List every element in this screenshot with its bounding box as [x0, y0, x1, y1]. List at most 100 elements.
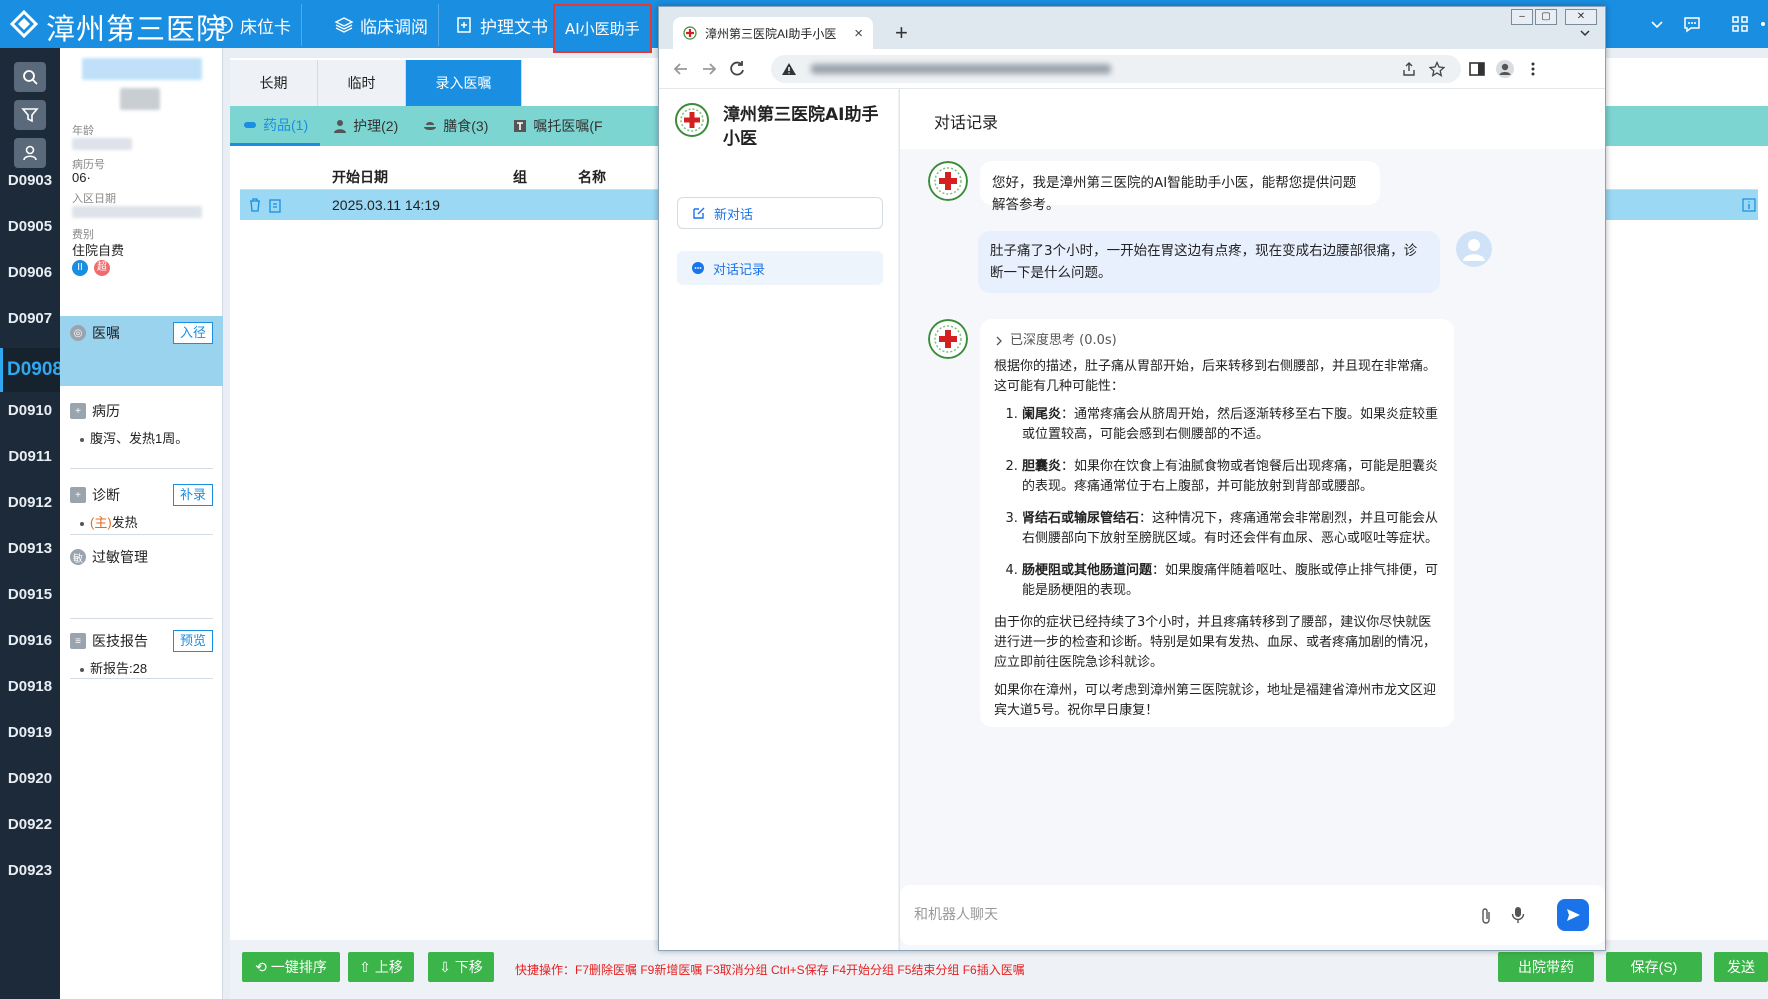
save-button[interactable]: 保存(S): [1606, 952, 1702, 982]
tab-enter-orders[interactable]: 录入医嘱: [406, 60, 522, 106]
side-panel-icon[interactable]: [1467, 59, 1487, 79]
bed-d0912[interactable]: D0912: [0, 494, 60, 511]
bed-d0903[interactable]: D0903: [0, 172, 60, 189]
new-tab-button[interactable]: +: [895, 20, 908, 46]
category-entrust-label: 嘱托医嘱(F: [533, 118, 603, 134]
nav-nursing-docs[interactable]: 护理文书: [444, 4, 559, 46]
bed-d0906[interactable]: D0906: [0, 264, 60, 281]
bed-d0913[interactable]: D0913: [0, 540, 60, 557]
bed-d0907[interactable]: D0907: [0, 310, 60, 327]
sort-button[interactable]: ⟲ 一键排序: [242, 952, 340, 982]
tab-long-term[interactable]: 长期: [230, 60, 318, 106]
diagnosis-icon: +: [70, 487, 86, 503]
bed-d0911[interactable]: D0911: [0, 448, 60, 465]
section-diagnosis[interactable]: + 诊断 补录 (主)发热: [70, 484, 213, 531]
minimize-window-icon[interactable]: –: [1511, 9, 1533, 25]
section-history[interactable]: + 病历 腹泻、发热1周。: [70, 400, 213, 447]
category-entrust[interactable]: 嘱托医嘱(F: [500, 106, 614, 146]
supplement-button[interactable]: 补录: [172, 484, 213, 506]
bed-d0919[interactable]: D0919: [0, 724, 60, 741]
order-tabs: 长期 临时 录入医嘱: [230, 60, 522, 106]
forward-arrow-icon[interactable]: [699, 59, 719, 79]
chat-input[interactable]: [914, 901, 1414, 929]
section-report[interactable]: ≡ 医技报告 预览 新报告:28: [70, 630, 213, 677]
deep-think-toggle[interactable]: 已深度思考 (0.0s): [994, 331, 1440, 351]
chevron-down-icon[interactable]: [1650, 14, 1664, 34]
rail-search-button[interactable]: [14, 62, 46, 92]
reload-icon[interactable]: [727, 59, 747, 79]
close-window-icon[interactable]: ✕: [1565, 9, 1597, 25]
answer-term: 肾结石或输尿管结石: [1022, 511, 1140, 526]
answer-closing: 如果你在漳州，可以考虑到漳州第三医院就诊，地址是福建省漳州市龙文区迎宾大道5号。…: [994, 683, 1437, 718]
share-icon[interactable]: [1401, 61, 1417, 77]
maximize-window-icon[interactable]: ▢: [1535, 9, 1557, 25]
star-icon[interactable]: [1429, 61, 1445, 77]
chevron-right-icon: [996, 336, 1002, 346]
trash-icon[interactable]: [248, 197, 262, 213]
sort-button-label: 一键排序: [270, 959, 327, 975]
nav-ai-assistant[interactable]: AI小医助手: [553, 4, 652, 53]
section-orders[interactable]: ◎ 医嘱 入径: [60, 316, 223, 386]
refresh-icon: ⟲: [255, 959, 267, 975]
app-title: 漳州第三医院: [46, 12, 227, 46]
layers-icon: [334, 17, 354, 33]
bed-d0920[interactable]: D0920: [0, 770, 60, 787]
close-tab-icon[interactable]: ×: [854, 25, 863, 42]
move-up-button[interactable]: ⇧ 上移: [348, 952, 414, 982]
send-message-button[interactable]: [1557, 899, 1589, 931]
rail-user-button[interactable]: [14, 138, 46, 168]
category-drugs[interactable]: 药品(1): [230, 106, 321, 146]
tab-temporary[interactable]: 临时: [318, 60, 406, 106]
bed-d0908[interactable]: D0908: [0, 348, 63, 392]
chat-history-item[interactable]: 对话记录: [677, 251, 883, 285]
col-start-date: 开始日期: [332, 169, 388, 185]
send-button[interactable]: 发送: [1714, 952, 1768, 982]
section-allergy[interactable]: 敏 过敏管理: [70, 546, 213, 568]
discharge-meds-button[interactable]: 出院带药: [1498, 952, 1594, 982]
bed-d0916[interactable]: D0916: [0, 632, 60, 649]
chat-brand-title: 漳州第三医院AI助手小医: [723, 105, 879, 149]
bed-d0923[interactable]: D0923: [0, 862, 60, 879]
browser-tab[interactable]: 漳州第三医院AI助手小医 ×: [673, 17, 873, 49]
age-label: 年龄: [72, 125, 94, 137]
back-arrow-icon[interactable]: [671, 59, 691, 79]
list-item: 肠梗阻或其他肠道问题：如果腹痛伴随着呕吐、腹胀或停止排气排便，可能是肠梗阻的表现…: [1022, 561, 1440, 601]
send-icon: [1567, 909, 1580, 921]
bot-avatar-icon: [928, 319, 968, 359]
new-chat-button[interactable]: 新对话: [677, 197, 883, 229]
profile-avatar-icon[interactable]: [1495, 59, 1515, 79]
apps-grid-icon[interactable]: [1730, 14, 1750, 34]
enter-pathway-button[interactable]: 入径: [172, 322, 213, 344]
tab-search-chevron-icon[interactable]: [1579, 27, 1591, 39]
message-icon[interactable]: [1682, 14, 1702, 34]
bed-d0915[interactable]: D0915: [0, 586, 60, 603]
bed-d0905[interactable]: D0905: [0, 218, 60, 235]
paperclip-icon[interactable]: [1478, 907, 1494, 925]
move-up-label: 上移: [374, 959, 403, 975]
address-bar[interactable]: [771, 55, 1461, 83]
warning-icon[interactable]: [781, 61, 797, 77]
nav-bed-card[interactable]: 床位卡: [204, 4, 302, 46]
more-icon[interactable]: [1758, 14, 1768, 34]
category-nursing[interactable]: 护理(2): [320, 106, 410, 146]
move-down-button[interactable]: ⇩ 下移: [428, 952, 494, 982]
orders-icon: ◎: [70, 325, 86, 341]
nav-nursing-docs-label: 护理文书: [480, 17, 548, 37]
hospital-favicon-icon: [683, 26, 697, 40]
preview-button[interactable]: 预览: [172, 630, 213, 652]
bed-d0918[interactable]: D0918: [0, 678, 60, 695]
nav-clinical-review[interactable]: 临床调阅: [324, 4, 439, 46]
clipboard-icon[interactable]: [268, 197, 282, 213]
bed-d0910[interactable]: D0910: [0, 402, 60, 419]
info-icon[interactable]: [1742, 198, 1756, 212]
bed-d0922[interactable]: D0922: [0, 816, 60, 833]
kebab-menu-icon[interactable]: [1523, 59, 1543, 79]
microphone-icon[interactable]: [1510, 906, 1526, 924]
admit-value-redacted: [72, 206, 202, 218]
category-meal[interactable]: 膳食(3): [410, 106, 500, 146]
col-group: 组: [513, 169, 527, 185]
answer-term: 肠梗阻或其他肠道问题: [1022, 563, 1153, 578]
browser-window: 漳州第三医院AI助手小医 × + – ▢ ✕ 漳州第三医院AI助手小医 新对话: [658, 6, 1606, 951]
rail-filter-button[interactable]: [14, 100, 46, 130]
bot-greeting-message: 您好，我是漳州第三医院的AI智能助手小医，能帮您提供问题解答参考。: [980, 161, 1380, 213]
